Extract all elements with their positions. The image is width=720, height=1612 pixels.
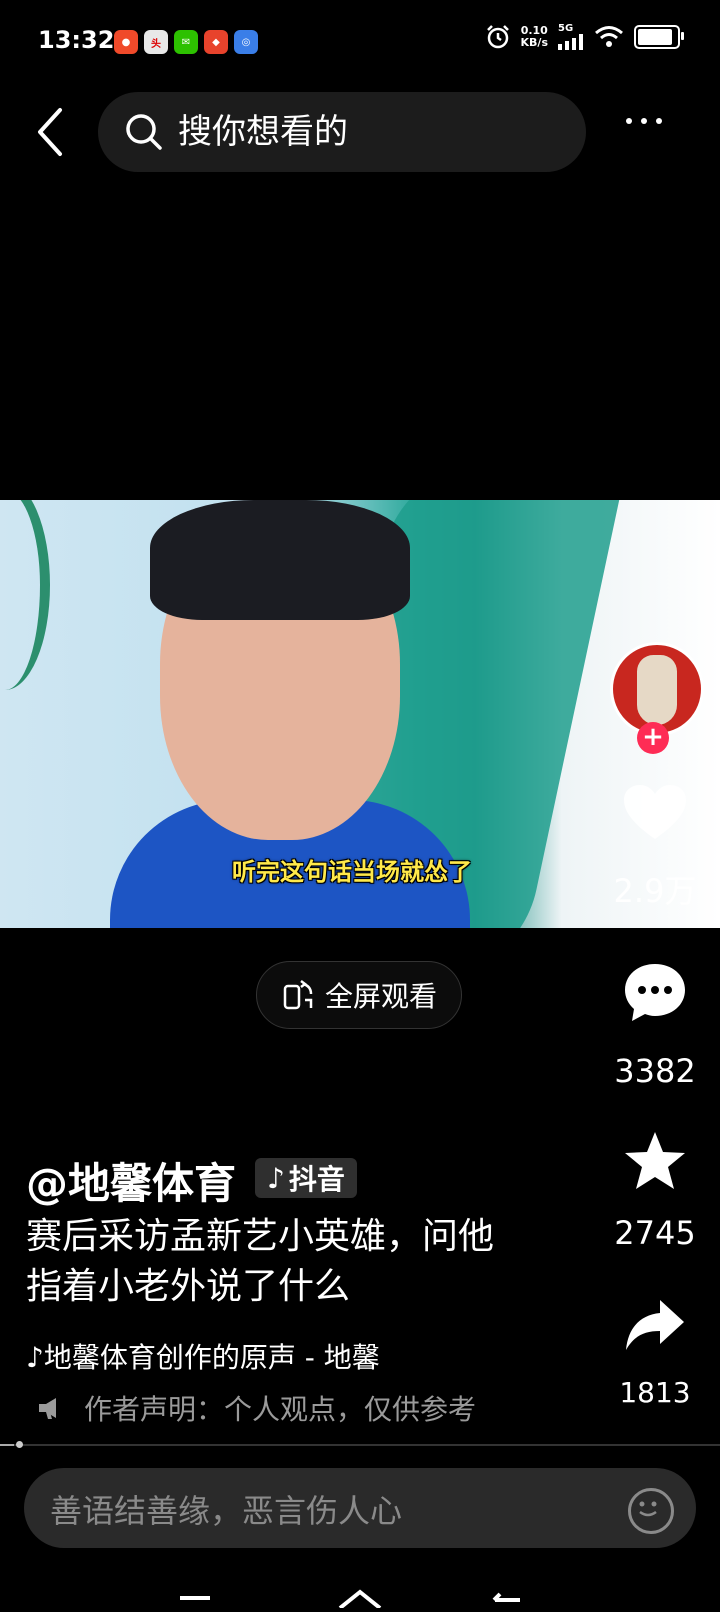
video-player[interactable]: 听完这句话当场就怂了 xyxy=(0,500,720,928)
notification-icons: ● 头 ✉ ◆ ◎ xyxy=(114,30,258,54)
comment-count: 3382 xyxy=(614,1052,696,1090)
search-placeholder: 搜你想看的 xyxy=(178,112,348,152)
fullscreen-button[interactable]: 全屏观看 xyxy=(256,961,462,1029)
wechat-icon: ✉ xyxy=(174,30,198,54)
megaphone-icon xyxy=(39,1398,56,1419)
back-nav-icon[interactable] xyxy=(492,1592,520,1602)
smiley-icon xyxy=(639,1501,657,1517)
playback-progress-bar[interactable] xyxy=(0,1444,720,1446)
dot-icon xyxy=(626,118,632,124)
share-arrow-icon xyxy=(626,1300,684,1350)
like-count: 2.9万 xyxy=(613,872,697,910)
background-leaf xyxy=(0,500,50,690)
dot-icon xyxy=(656,118,662,124)
favorite-button[interactable] xyxy=(620,1128,690,1194)
video-subtitle: 听完这句话当场就怂了 xyxy=(232,858,472,886)
dot-icon xyxy=(641,118,647,124)
signal-icon: 5G xyxy=(558,24,584,50)
author-disclaimer: 作者声明：个人观点，仅供参考 xyxy=(36,1388,476,1428)
music-note-icon: ♪ xyxy=(26,1341,44,1374)
status-time: 13:32 xyxy=(38,26,115,54)
video-description[interactable]: 赛后采访孟新艺小英雄，问他指着小老外说了什么 xyxy=(26,1212,506,1312)
comment-icon xyxy=(625,964,685,1021)
fullscreen-label: 全屏观看 xyxy=(324,980,437,1013)
battery-icon xyxy=(634,25,684,49)
music-title: 地馨体育创作的原声 - 地馨 xyxy=(43,1341,380,1374)
like-button[interactable] xyxy=(620,780,690,846)
search-icon xyxy=(126,114,162,150)
more-options-button[interactable] xyxy=(626,118,662,124)
progress-handle[interactable] xyxy=(16,1441,23,1448)
rotate-screen-icon xyxy=(283,980,313,1010)
alarm-icon xyxy=(486,25,509,49)
home-nav-icon[interactable] xyxy=(338,1589,382,1610)
author-name[interactable]: @地馨体育 xyxy=(26,1150,236,1211)
toutiao-news-icon: 头 xyxy=(144,30,168,54)
heart-icon xyxy=(624,785,686,839)
share-button[interactable] xyxy=(620,1292,690,1358)
star-icon xyxy=(625,1132,685,1189)
back-button[interactable] xyxy=(30,104,74,164)
red-app-icon: ◆ xyxy=(204,30,228,54)
search-bar[interactable]: 搜你想看的 xyxy=(98,92,586,172)
menu-nav-icon[interactable] xyxy=(180,1596,210,1600)
douyin-badge: ♪ 抖音 xyxy=(255,1158,357,1198)
disclaimer-text: 作者声明：个人观点，仅供参考 xyxy=(84,1393,477,1426)
toutiao-app-icon: ● xyxy=(114,30,138,54)
favorite-count: 2745 xyxy=(614,1214,696,1252)
share-count: 1813 xyxy=(619,1376,691,1409)
comment-input[interactable]: 善语结善缘，恶言伤人心 xyxy=(24,1468,696,1548)
wifi-icon xyxy=(595,26,623,47)
follow-button[interactable]: + xyxy=(637,722,669,754)
douyin-badge-label: 抖音 xyxy=(288,1163,345,1196)
music-info[interactable]: ♪地馨体育创作的原声 - 地馨 xyxy=(26,1336,416,1376)
douyin-logo-icon: ♪ xyxy=(267,1161,285,1195)
comment-placeholder: 善语结善缘，恶言伤人心 xyxy=(50,1492,403,1530)
status-indicators: 0.10 KB/s 5G xyxy=(485,24,684,50)
emoji-button[interactable] xyxy=(628,1488,674,1534)
network-speed: 0.10 KB/s xyxy=(520,24,548,49)
system-navigation-bar xyxy=(0,1580,720,1610)
avatar-image xyxy=(637,655,677,725)
chevron-left-icon xyxy=(38,108,62,156)
video-person-hair xyxy=(150,500,410,620)
comment-button[interactable] xyxy=(620,960,690,1026)
blue-app-icon: ◎ xyxy=(234,30,258,54)
